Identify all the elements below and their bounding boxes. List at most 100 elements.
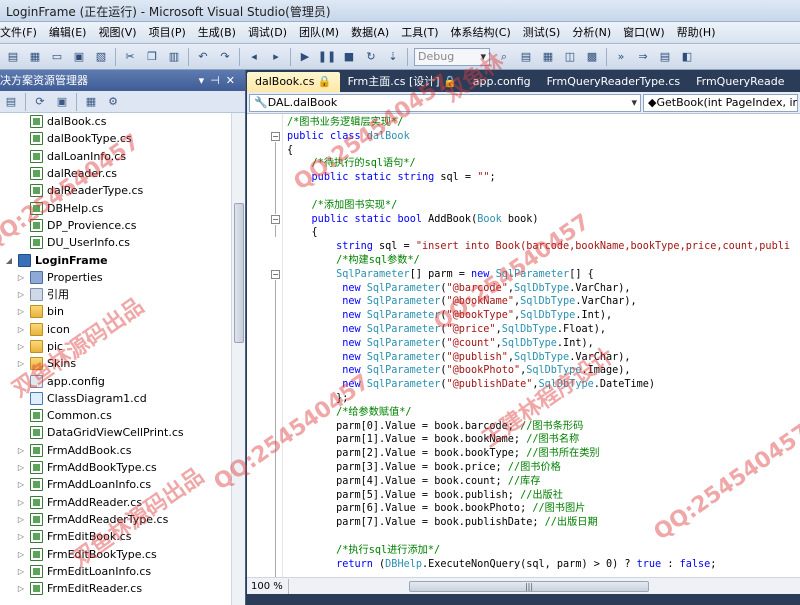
- expand-arrow-icon[interactable]: ▷: [16, 563, 26, 580]
- expand-arrow-icon[interactable]: ▷: [16, 528, 26, 545]
- tree-item[interactable]: ▷ icon: [0, 321, 232, 338]
- close-icon[interactable]: ✕: [226, 74, 241, 87]
- expand-arrow-icon[interactable]: ▷: [16, 580, 26, 597]
- toolbar-options-icon[interactable]: »: [612, 48, 630, 66]
- tree-item[interactable]: DU_UserInfo.cs: [0, 234, 232, 251]
- menu-item[interactable]: 视图(V): [92, 22, 142, 43]
- menu-item[interactable]: 文件(F): [0, 22, 43, 43]
- pause-icon[interactable]: ❚❚: [318, 48, 336, 66]
- code-view[interactable]: − − − /*图书业务逻辑层实现*/public class dalBook{…: [247, 114, 800, 577]
- uncomment-icon[interactable]: ▤: [656, 48, 674, 66]
- tree-item[interactable]: ▷ FrmAddReaderType.cs: [0, 511, 232, 528]
- menu-item[interactable]: 帮助(H): [671, 22, 722, 43]
- expand-arrow-icon[interactable]: ▷: [16, 303, 26, 320]
- tree-item[interactable]: Common.cs: [0, 407, 232, 424]
- view-code-icon[interactable]: ▣: [53, 93, 71, 111]
- document-tab[interactable]: app.config: [465, 72, 539, 92]
- tree-item[interactable]: dalReader.cs: [0, 165, 232, 182]
- tree-item[interactable]: dalReaderType.cs: [0, 182, 232, 199]
- tree-item[interactable]: ▷ FrmAddBookType.cs: [0, 459, 232, 476]
- open-file-icon[interactable]: ▭: [48, 48, 66, 66]
- tree-item[interactable]: ◢ LoginFrame: [0, 251, 232, 268]
- document-tab[interactable]: FrmQueryReade: [688, 72, 792, 92]
- paste-icon[interactable]: ▥: [165, 48, 183, 66]
- tree-item[interactable]: ▷ FrmEditBook.cs: [0, 528, 232, 545]
- add-item-icon[interactable]: ▦: [26, 48, 44, 66]
- menu-item[interactable]: 数据(A): [345, 22, 395, 43]
- expand-arrow-icon[interactable]: ▷: [16, 442, 26, 459]
- tree-item[interactable]: dalLoanInfo.cs: [0, 148, 232, 165]
- object-browser-icon[interactable]: ◫: [561, 48, 579, 66]
- save-all-icon[interactable]: ▧: [92, 48, 110, 66]
- menu-item[interactable]: 工具(T): [395, 22, 444, 43]
- expand-arrow-icon[interactable]: ◢: [4, 252, 14, 269]
- window-position-icon[interactable]: ▾: [199, 74, 211, 87]
- menu-item[interactable]: 项目(P): [143, 22, 192, 43]
- view-class-diagram-icon[interactable]: ⚙: [104, 93, 122, 111]
- expand-arrow-icon[interactable]: ▷: [16, 546, 26, 563]
- zoom-level[interactable]: 100 %: [247, 578, 289, 594]
- tree-item[interactable]: ▷ pic: [0, 338, 232, 355]
- collapse-icon[interactable]: −: [271, 132, 280, 141]
- expand-arrow-icon[interactable]: ▷: [16, 269, 26, 286]
- restart-icon[interactable]: ↻: [362, 48, 380, 66]
- document-tab[interactable]: dalBook.cs 🔒: [247, 72, 340, 92]
- tree-item[interactable]: ClassDiagram1.cd: [0, 390, 232, 407]
- type-dropdown[interactable]: 🔧DAL.dalBook: [249, 93, 641, 112]
- collapse-icon[interactable]: −: [271, 215, 280, 224]
- tree-item[interactable]: ▷ FrmEditBookType.cs: [0, 545, 232, 562]
- menu-item[interactable]: 窗口(W): [617, 22, 670, 43]
- tree-item[interactable]: ▷ bin: [0, 303, 232, 320]
- tree-item[interactable]: dalBook.cs: [0, 113, 232, 130]
- tree-item[interactable]: DataGridViewCellPrint.cs: [0, 424, 232, 441]
- expand-arrow-icon[interactable]: ▷: [16, 494, 26, 511]
- menu-item[interactable]: 生成(B): [192, 22, 242, 43]
- navigate-forward-icon[interactable]: ▸: [267, 48, 285, 66]
- comment-out-icon[interactable]: ⇒: [634, 48, 652, 66]
- toolbox-icon[interactable]: ▩: [583, 48, 601, 66]
- tree-item[interactable]: ▷ FrmAddBook.cs: [0, 442, 232, 459]
- tree-item[interactable]: ▷ FrmAddReader.cs: [0, 494, 232, 511]
- tree-item[interactable]: DBHelp.cs: [0, 199, 232, 216]
- tree-item[interactable]: ▷ Properties: [0, 269, 232, 286]
- view-designer-icon[interactable]: ▦: [82, 93, 100, 111]
- expand-arrow-icon[interactable]: ▷: [16, 459, 26, 476]
- new-project-icon[interactable]: ▤: [4, 48, 22, 66]
- menu-item[interactable]: 调试(D): [242, 22, 293, 43]
- document-tab[interactable]: Frm主面.cs [设计] 🔒: [340, 72, 465, 92]
- stop-icon[interactable]: ■: [340, 48, 358, 66]
- menu-item[interactable]: 测试(S): [517, 22, 567, 43]
- copy-icon[interactable]: ❐: [143, 48, 161, 66]
- show-all-files-icon[interactable]: ▤: [2, 93, 20, 111]
- scrollbar-thumb[interactable]: [234, 203, 244, 343]
- indicator-margin[interactable]: [247, 114, 269, 577]
- solution-explorer-scrollbar[interactable]: [231, 113, 245, 605]
- expand-arrow-icon[interactable]: ▷: [16, 355, 26, 372]
- refresh-icon[interactable]: ⟳: [31, 93, 49, 111]
- member-dropdown[interactable]: ◆GetBook(int PageIndex, int P: [643, 93, 798, 112]
- tree-item[interactable]: ▷ FrmEditLoanInfo.cs: [0, 563, 232, 580]
- step-into-icon[interactable]: ⇣: [384, 48, 402, 66]
- solution-explorer-icon[interactable]: ▤: [517, 48, 535, 66]
- expand-arrow-icon[interactable]: ▷: [16, 321, 26, 338]
- menu-item[interactable]: 分析(N): [566, 22, 617, 43]
- horizontal-scrollbar[interactable]: 100 % |||: [247, 577, 800, 594]
- tree-item[interactable]: DP_Provience.cs: [0, 217, 232, 234]
- save-icon[interactable]: ▣: [70, 48, 88, 66]
- solution-config-combo[interactable]: Debug: [414, 47, 490, 66]
- menu-item[interactable]: 编辑(E): [43, 22, 93, 43]
- menu-item[interactable]: 团队(M): [293, 22, 345, 43]
- tree-item[interactable]: ▷ FrmEditReader.cs: [0, 580, 232, 597]
- document-tab[interactable]: FrmQueryReaderType.cs: [539, 72, 688, 92]
- source-code[interactable]: /*图书业务逻辑层实现*/public class dalBook{ /*待执行…: [287, 116, 790, 571]
- menu-item[interactable]: 体系结构(C): [445, 22, 517, 43]
- find-icon[interactable]: ⌕: [495, 48, 513, 66]
- properties-window-icon[interactable]: ▦: [539, 48, 557, 66]
- navigate-back-icon[interactable]: ◂: [245, 48, 263, 66]
- expand-arrow-icon[interactable]: ▷: [16, 511, 26, 528]
- collapse-icon[interactable]: −: [271, 270, 280, 279]
- tree-item[interactable]: ▷ Skins: [0, 355, 232, 372]
- tree-item[interactable]: dalBookType.cs: [0, 130, 232, 147]
- expand-arrow-icon[interactable]: ▷: [16, 286, 26, 303]
- scrollbar-thumb[interactable]: |||: [409, 580, 649, 592]
